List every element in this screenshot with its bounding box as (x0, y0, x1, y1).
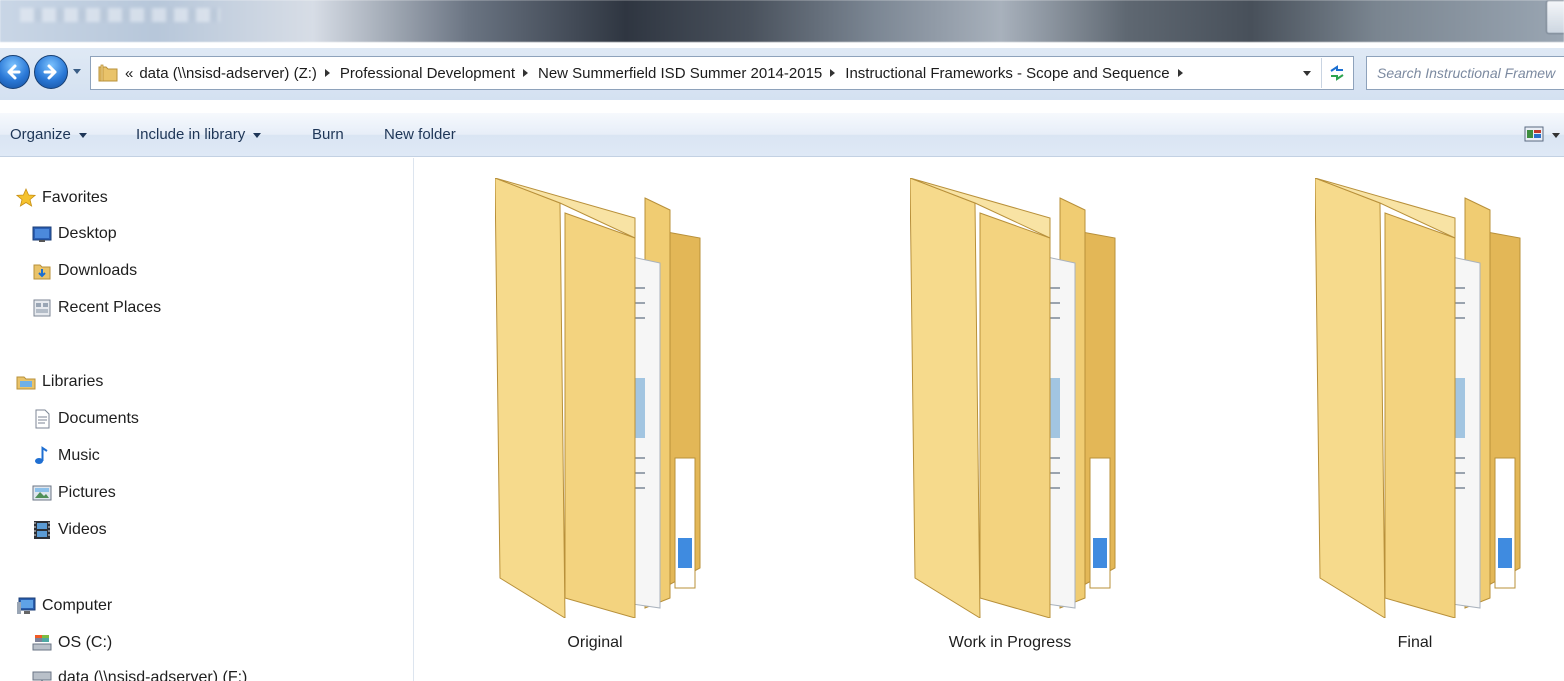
nav-favorites-label: Favorites (42, 189, 108, 206)
folder-item-final[interactable]: Final (1265, 178, 1564, 658)
nav-os-drive[interactable]: OS (C:) (32, 633, 112, 653)
folder-item-original[interactable]: Original (445, 178, 745, 658)
nav-network-drive-label: data (\\nsisd-adserver) (F:) (58, 669, 248, 681)
folder-icon (1315, 178, 1521, 618)
star-icon (16, 188, 36, 207)
nav-recent-places[interactable]: Recent Places (32, 298, 161, 318)
view-options-dropdown-icon[interactable] (1552, 133, 1560, 138)
desktop-icon (32, 226, 52, 242)
folder-label: Final (1397, 634, 1433, 651)
refresh-icon (1329, 65, 1344, 81)
change-view-icon[interactable] (1524, 125, 1544, 143)
breadcrumb-item-summerfield[interactable]: New Summerfield ISD Summer 2014-2015 (538, 65, 822, 82)
folder-label: Original (567, 634, 623, 651)
refresh-button[interactable] (1321, 58, 1351, 88)
nav-pictures[interactable]: Pictures (32, 483, 116, 503)
window-control-button[interactable] (1546, 0, 1564, 34)
local-disk-icon (32, 635, 52, 651)
libraries-icon (16, 376, 36, 390)
music-note-icon (35, 446, 48, 464)
chevron-down-icon (253, 132, 262, 138)
breadcrumb-separator-icon[interactable] (830, 69, 836, 77)
nav-music[interactable]: Music (32, 446, 100, 466)
breadcrumb-item-drive[interactable]: data (\\nsisd-adserver) (Z:) (139, 65, 317, 82)
breadcrumb-item-professional-development[interactable]: Professional Development (340, 65, 515, 82)
breadcrumb: « data (\\nsisd-adserver) (Z:) Professio… (125, 65, 1193, 82)
window-title-bar (0, 0, 1564, 42)
nav-documents[interactable]: Documents (32, 409, 139, 429)
nav-recent-places-label: Recent Places (58, 299, 162, 316)
nav-libraries[interactable]: Libraries (16, 372, 103, 392)
navigation-pane: Favorites Desktop Downloads Recent Place… (0, 158, 414, 681)
folder-icon (495, 178, 701, 618)
include-in-library-label: Include in library (136, 126, 246, 143)
chevron-down-icon (78, 132, 87, 138)
nav-desktop[interactable]: Desktop (32, 224, 117, 244)
nav-computer[interactable]: Computer (16, 596, 112, 616)
nav-music-label: Music (58, 447, 100, 464)
nav-desktop-label: Desktop (58, 225, 117, 242)
burn-button[interactable]: Burn (312, 126, 344, 143)
navigation-row: « data (\\nsisd-adserver) (Z:) Professio… (0, 48, 1564, 100)
command-bar: Organize Include in library Burn New fol… (0, 113, 1564, 157)
pictures-icon (32, 485, 52, 501)
videos-icon (34, 521, 50, 539)
breadcrumb-separator-icon[interactable] (324, 69, 330, 77)
nav-downloads-label: Downloads (58, 262, 138, 279)
nav-computer-label: Computer (42, 597, 113, 614)
folder-icon (910, 178, 1116, 618)
nav-videos-label: Videos (58, 521, 107, 538)
back-arrow-icon (7, 64, 21, 80)
downloads-folder-icon (33, 264, 51, 280)
organize-label: Organize (10, 126, 71, 143)
computer-icon (17, 597, 36, 614)
nav-libraries-label: Libraries (42, 373, 104, 390)
nav-favorites[interactable]: Favorites (16, 188, 108, 208)
folder-icon (98, 64, 118, 82)
recent-places-icon (33, 299, 51, 317)
breadcrumb-separator-icon[interactable] (1177, 69, 1183, 77)
back-button[interactable] (0, 55, 30, 89)
nav-network-drive[interactable]: data (\\nsisd-adserver) (F:) (32, 668, 247, 681)
documents-icon (35, 409, 50, 429)
address-bar[interactable]: « data (\\nsisd-adserver) (Z:) Professio… (90, 56, 1354, 90)
network-drive-icon (32, 671, 52, 681)
nav-documents-label: Documents (58, 410, 139, 427)
recent-pages-dropdown-icon[interactable] (72, 66, 82, 76)
forward-arrow-icon (43, 64, 57, 80)
breadcrumb-separator-icon[interactable] (522, 69, 528, 77)
nav-videos[interactable]: Videos (32, 520, 107, 540)
new-folder-button[interactable]: New folder (384, 126, 456, 143)
organize-menu-button[interactable]: Organize (10, 126, 87, 143)
nav-os-drive-label: OS (C:) (58, 634, 113, 651)
breadcrumb-overflow[interactable]: « (125, 65, 133, 82)
nav-pictures-label: Pictures (58, 484, 116, 501)
folder-label: Work in Progress (948, 634, 1072, 651)
title-bar-blur (20, 8, 220, 22)
folder-item-work-in-progress[interactable]: Work in Progress (860, 178, 1160, 658)
breadcrumb-item-instructional-frameworks[interactable]: Instructional Frameworks - Scope and Seq… (845, 65, 1169, 82)
include-in-library-button[interactable]: Include in library (136, 126, 262, 143)
address-history-dropdown-icon[interactable] (1303, 71, 1311, 76)
nav-downloads[interactable]: Downloads (32, 261, 137, 281)
search-input[interactable]: Search Instructional Framew (1366, 56, 1564, 90)
file-list: Original Work in Progress Final (415, 158, 1564, 681)
forward-button[interactable] (34, 55, 68, 89)
